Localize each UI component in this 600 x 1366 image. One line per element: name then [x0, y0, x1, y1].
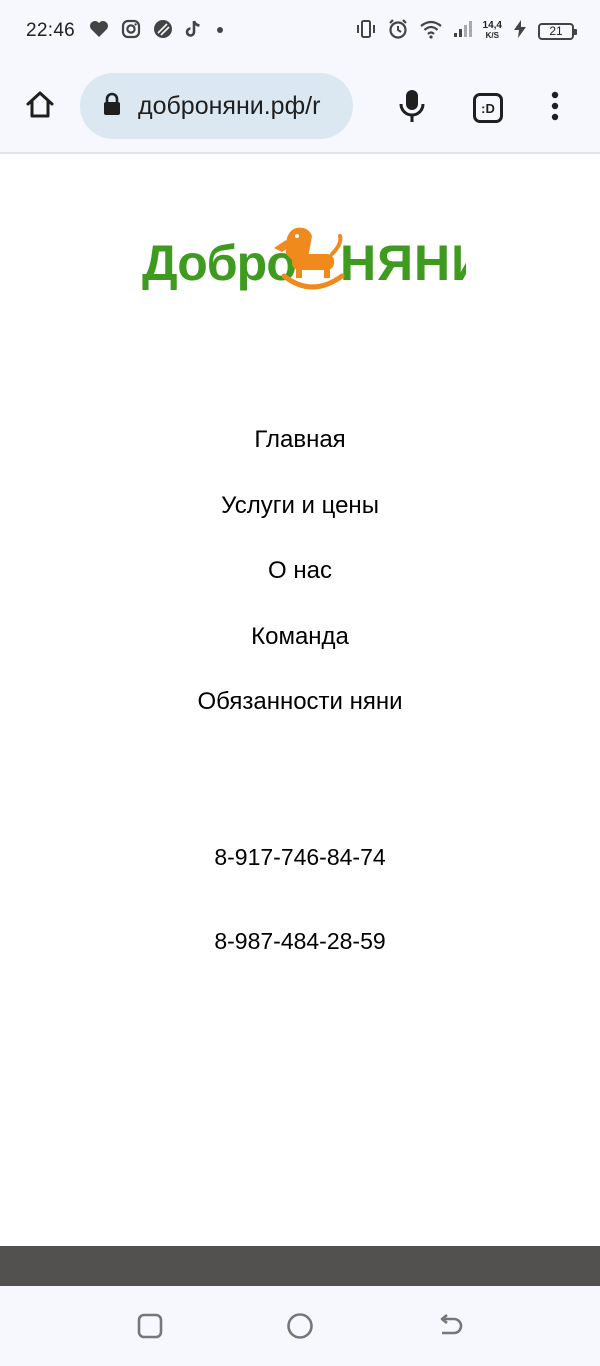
address-bar[interactable]: доброняни.рф/r [80, 73, 353, 139]
network-speed: 14,4 K/S [483, 21, 502, 41]
browser-toolbar: доброняни.рф/r :D [0, 62, 600, 154]
logo-image: Добро НЯНИ [142, 227, 466, 291]
status-left: 22:46 [26, 19, 225, 44]
tiktok-icon [185, 19, 203, 44]
browser-menu-button[interactable] [515, 62, 595, 154]
recents-icon [137, 1313, 163, 1344]
system-home-button[interactable] [280, 1308, 320, 1348]
menu-item-services[interactable]: Услуги и цены [0, 482, 600, 548]
svg-text:Добро: Добро [142, 235, 296, 291]
recents-button[interactable] [130, 1308, 170, 1348]
site-logo[interactable]: Добро НЯНИ [136, 218, 466, 302]
status-bar: 22:46 14,4 K/S 21 [0, 0, 600, 62]
status-time: 22:46 [26, 20, 76, 41]
network-speed-value: 14,4 [482, 20, 502, 31]
charging-icon [512, 19, 528, 44]
instagram-icon [121, 19, 141, 44]
tab-switcher-label: :D [473, 93, 503, 123]
more-vert-icon [550, 91, 560, 126]
alarm-icon [387, 18, 409, 45]
main-menu: Главная Услуги и цены О нас Команда Обяз… [0, 416, 600, 744]
heart-icon [89, 20, 109, 43]
status-right: 14,4 K/S 21 [355, 18, 577, 45]
phone-link-1[interactable]: 8-917-746-84-74 [0, 844, 600, 871]
lock-icon [102, 92, 122, 121]
phone-link-2[interactable]: 8-987-484-28-59 [0, 928, 600, 955]
dot-icon [215, 22, 225, 40]
signal-icon [453, 20, 473, 43]
wifi-icon [419, 19, 443, 44]
menu-item-home[interactable]: Главная [0, 416, 600, 482]
menu-item-team[interactable]: Команда [0, 613, 600, 679]
home-button[interactable] [0, 61, 80, 153]
notification-icons [89, 19, 225, 44]
home-icon [24, 89, 56, 126]
svg-text:НЯНИ: НЯНИ [340, 235, 466, 291]
home-circle-icon [286, 1312, 314, 1345]
back-button[interactable] [430, 1308, 470, 1348]
vibrate-icon [355, 19, 377, 44]
voice-search-button[interactable] [372, 62, 452, 154]
page-footer-strip [0, 1246, 600, 1286]
app-icon [153, 19, 173, 44]
mic-icon [398, 88, 426, 129]
back-icon [436, 1313, 464, 1344]
network-speed-unit: K/S [485, 31, 499, 40]
menu-item-duties[interactable]: Обязанности няни [0, 678, 600, 744]
url-text: доброняни.рф/r [138, 91, 321, 120]
battery-indicator: 21 [538, 22, 577, 40]
menu-item-about[interactable]: О нас [0, 547, 600, 613]
system-nav-bar [0, 1286, 600, 1366]
